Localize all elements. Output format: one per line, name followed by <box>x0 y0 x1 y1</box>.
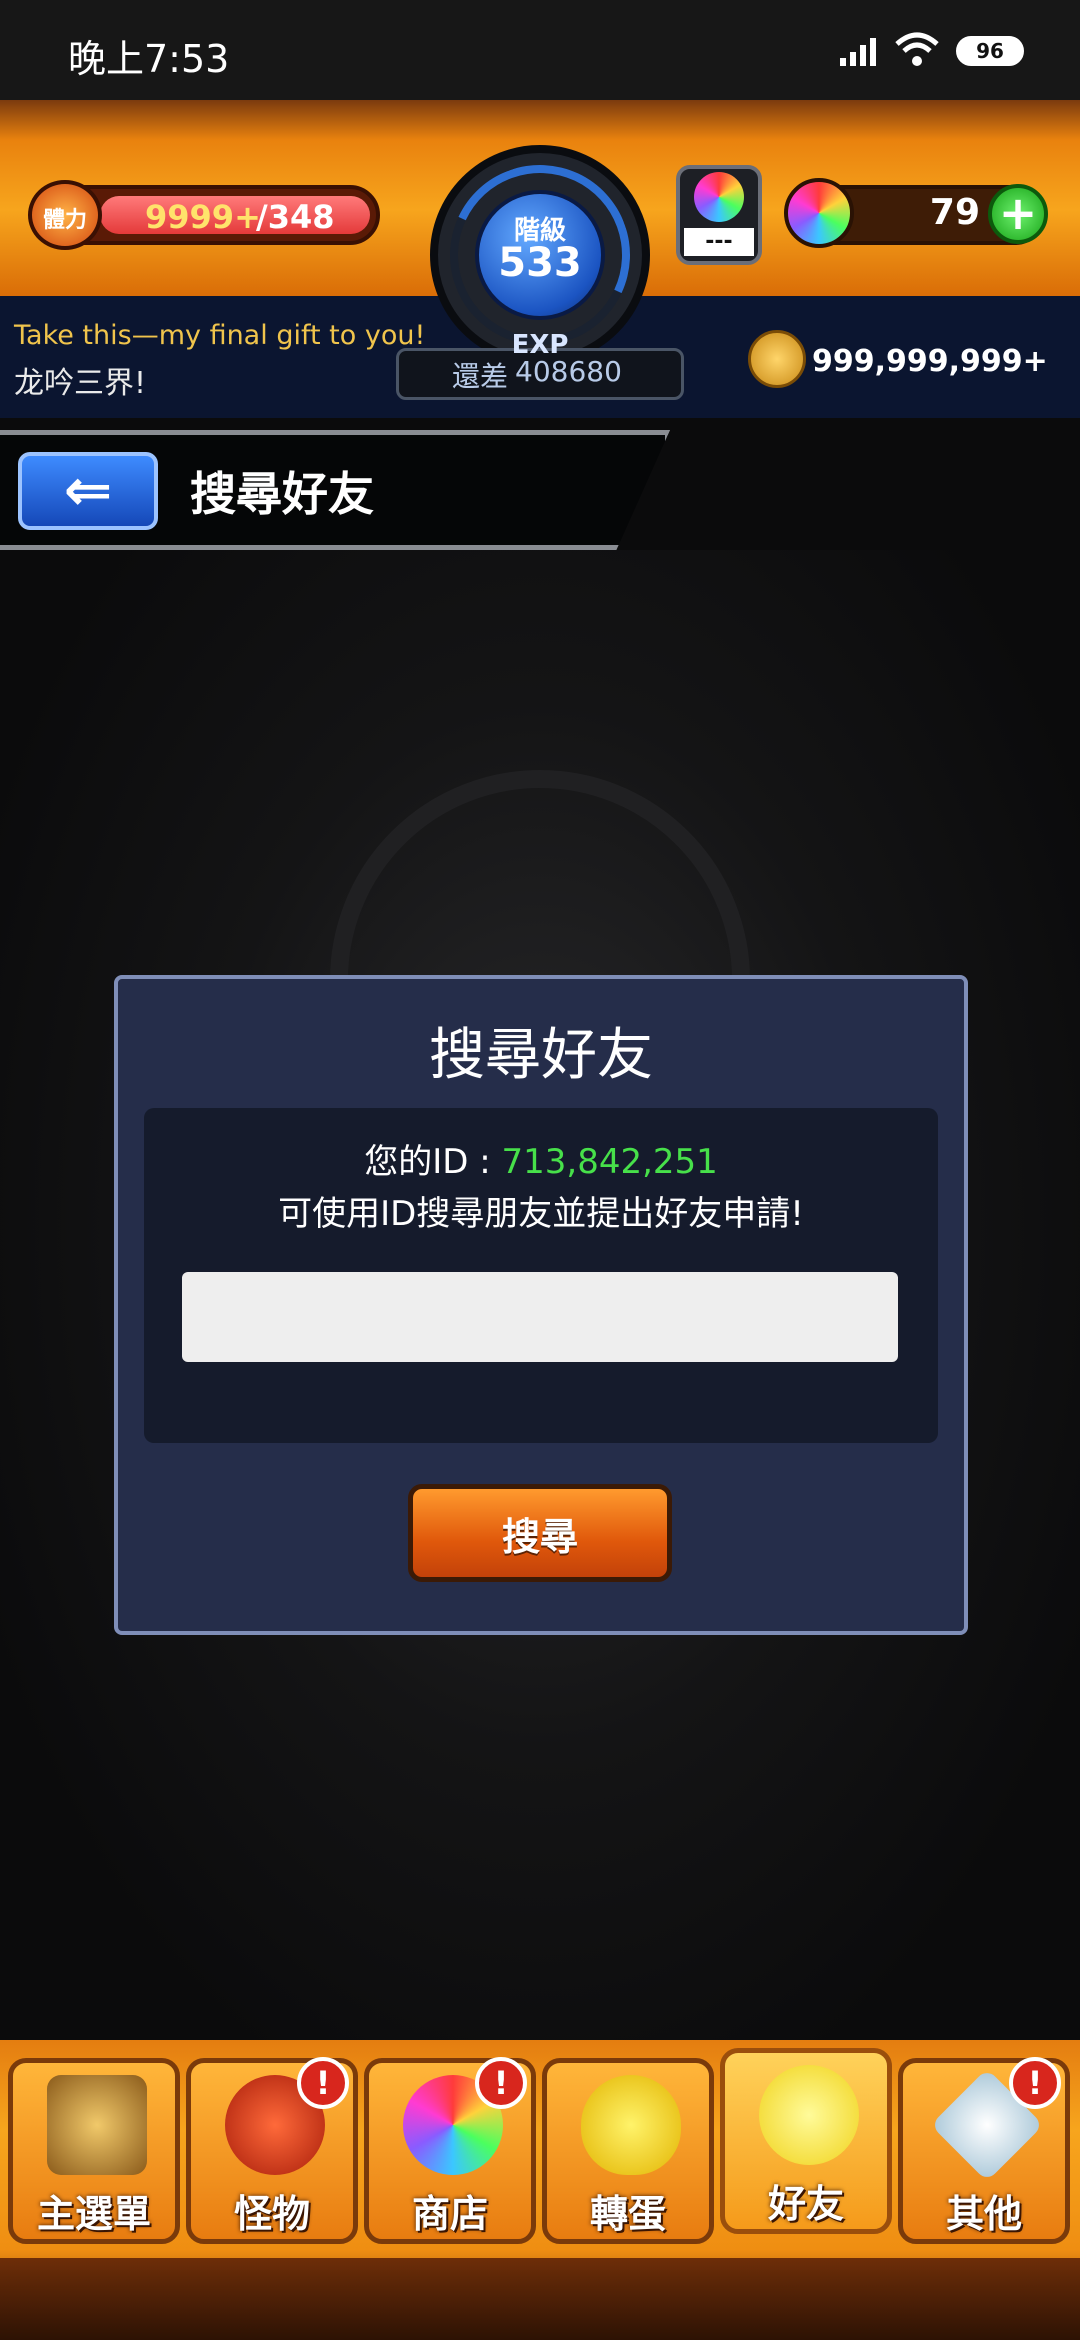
friend-id-input[interactable] <box>182 1272 898 1362</box>
search-button[interactable]: 搜尋 <box>408 1484 672 1582</box>
bottom-nav-base <box>0 2258 1080 2340</box>
add-gems-button[interactable]: + <box>988 184 1048 244</box>
friends-icon <box>759 2065 859 2165</box>
status-time: 晚上7:53 <box>68 37 230 81</box>
stamina-current: 9999+ <box>145 198 261 236</box>
nav-label: 商店 <box>411 2192 488 2236</box>
rank-value: 533 <box>498 240 582 286</box>
nav-label: 好友 <box>767 2182 844 2226</box>
nav-label: 其他 <box>945 2192 1022 2236</box>
exp-remaining-value: 408680 <box>515 355 622 388</box>
gold-coin-icon <box>748 330 806 388</box>
nav-shop[interactable]: 商店 ! <box>364 2057 536 2244</box>
user-id-value: 713,842,251 <box>501 1142 718 1182</box>
egg-icon <box>581 2075 681 2175</box>
notification-badge: ! <box>1009 2057 1061 2109</box>
battery-indicator: 96 <box>956 36 1024 66</box>
notification-badge: ! <box>297 2057 349 2109</box>
player-message-line2: 龙吟三界! <box>14 366 147 401</box>
wifi-icon <box>895 32 939 66</box>
rainbow-orb-icon <box>694 172 744 222</box>
search-instruction: 可使用ID搜尋朋友並提出好友申請! <box>278 1194 804 1234</box>
battery-level: 96 <box>976 39 1004 63</box>
rainbow-gem-icon <box>784 178 854 248</box>
nav-label: 怪物 <box>233 2192 310 2236</box>
stamina-max: /348 <box>256 198 335 236</box>
exp-remaining-label: 還差 <box>452 360 509 393</box>
castle-gate-icon <box>47 2075 147 2175</box>
nav-friends[interactable]: 好友 <box>720 2048 892 2234</box>
dialog-title: 搜尋好友 <box>429 1023 653 1088</box>
nav-label: 轉蛋 <box>589 2192 666 2236</box>
user-id-label: 您的ID : <box>364 1142 502 1182</box>
stamina-label: 體力 <box>42 208 87 233</box>
signal-icon <box>840 38 876 66</box>
nav-main-menu[interactable]: 主選單 <box>8 2058 180 2244</box>
nav-monsters[interactable]: 怪物 ! <box>186 2057 358 2244</box>
player-message-line1: Take this—my final gift to you! <box>14 320 426 351</box>
ticket-count: --- <box>684 228 754 256</box>
back-arrow-icon[interactable]: ⇐ <box>18 452 158 530</box>
gem-count: 79 <box>929 192 980 233</box>
page-title: 搜尋好友 <box>190 467 374 521</box>
user-id-row: 您的ID : 713,842,251 <box>144 1134 938 1183</box>
nav-gacha[interactable]: 轉蛋 <box>542 2058 714 2244</box>
notification-badge: ! <box>475 2057 527 2109</box>
coin-count: 999,999,999+ <box>812 344 1048 379</box>
nav-label: 主選單 <box>36 2192 151 2236</box>
nav-other[interactable]: 其他 ! <box>898 2057 1070 2244</box>
